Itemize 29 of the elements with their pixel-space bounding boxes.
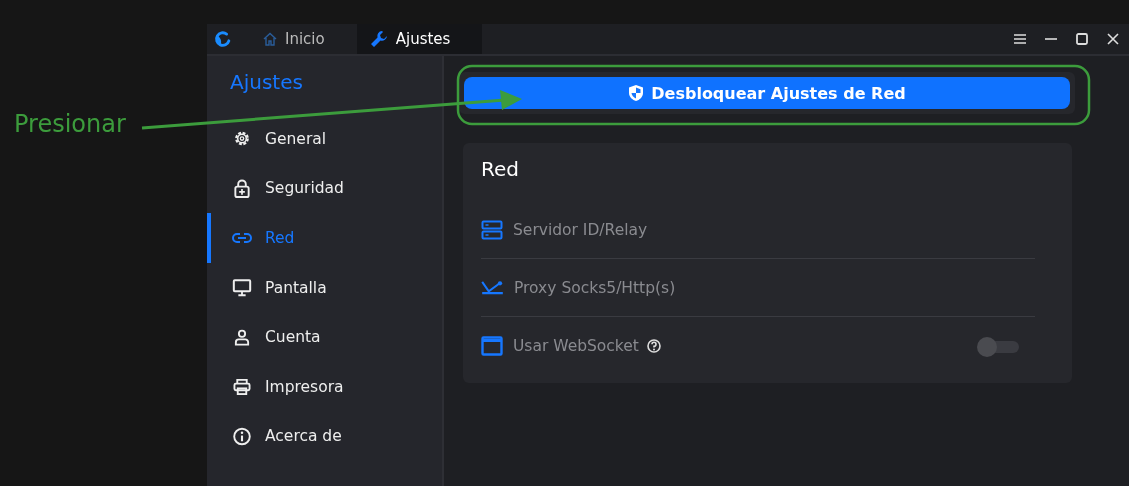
unlock-button[interactable]: Desbloquear Ajustes de Red xyxy=(464,77,1070,109)
lock-icon xyxy=(232,178,252,198)
printer-icon xyxy=(232,378,252,396)
person-icon xyxy=(232,328,252,346)
server-icon xyxy=(481,219,503,240)
section-title: Red xyxy=(481,157,520,183)
tab[interactable]: Ajustes xyxy=(356,24,483,54)
window-icon xyxy=(481,335,503,356)
shield-icon xyxy=(628,84,645,102)
sidebar-item[interactable]: General xyxy=(207,114,442,164)
maximize-icon[interactable] xyxy=(1076,33,1088,45)
sidebar-item[interactable]: Impresora xyxy=(207,361,442,412)
close-icon[interactable] xyxy=(1107,33,1119,45)
sidebar-item[interactable]: Cuenta xyxy=(207,312,442,362)
sidebar-item[interactable]: Pantalla xyxy=(207,262,442,313)
home-icon xyxy=(262,31,278,47)
sidebar-item[interactable]: Seguridad xyxy=(207,163,442,214)
logo-icon xyxy=(214,30,232,48)
link-icon xyxy=(232,232,252,244)
monitor-icon xyxy=(232,278,252,298)
info-icon xyxy=(232,426,252,446)
sidebar-title: Ajustes xyxy=(230,70,303,94)
help-icon xyxy=(646,338,661,353)
annotation-label: Presionar xyxy=(14,110,126,138)
sidebar-item[interactable]: Acerca de xyxy=(207,411,442,462)
sidebar-item[interactable]: Red xyxy=(207,213,442,263)
menu-icon[interactable] xyxy=(1014,34,1026,44)
network-icon xyxy=(481,280,504,295)
tab[interactable]: Inicio xyxy=(244,24,357,54)
